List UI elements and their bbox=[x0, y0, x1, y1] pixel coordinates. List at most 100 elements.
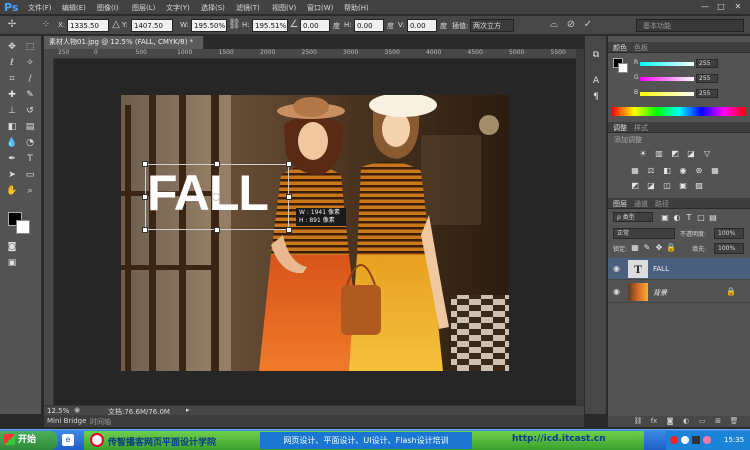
filter-adjust-icon[interactable]: ◐ bbox=[672, 213, 682, 222]
filter-smart-icon[interactable]: ▤ bbox=[708, 213, 718, 222]
hue-saturation-icon[interactable]: ▦ bbox=[630, 166, 640, 175]
maximize-button[interactable]: □ bbox=[714, 2, 728, 12]
cancel-transform-icon[interactable]: ⊘ bbox=[565, 19, 577, 31]
transform-handle-r[interactable] bbox=[286, 194, 292, 200]
tab-swatches[interactable]: 色板 bbox=[634, 43, 648, 53]
layer-name-background[interactable]: 背景 bbox=[653, 288, 667, 298]
selective-color-icon[interactable]: ▣ bbox=[678, 181, 688, 190]
invert-icon[interactable]: ◩ bbox=[630, 181, 640, 190]
color-balance-icon[interactable]: ⚖ bbox=[646, 166, 656, 175]
pen-tool-icon[interactable]: ✒ bbox=[5, 152, 19, 166]
status-menu-arrow-icon[interactable]: ▸ bbox=[186, 406, 190, 414]
history-brush-icon[interactable]: ↺ bbox=[23, 104, 37, 118]
menu-image[interactable]: 图像(I) bbox=[97, 3, 119, 13]
clone-stamp-icon[interactable]: ⊥ bbox=[5, 104, 19, 118]
opacity-field[interactable]: 100% bbox=[714, 228, 744, 239]
threshold-icon[interactable]: ◫ bbox=[662, 181, 672, 190]
lock-pixels-icon[interactable]: ✎ bbox=[642, 243, 652, 252]
menu-type[interactable]: 文字(Y) bbox=[166, 3, 190, 13]
tab-styles[interactable]: 样式 bbox=[634, 123, 648, 133]
transform-center-point[interactable] bbox=[212, 193, 220, 201]
blend-mode-select[interactable]: 正常 bbox=[613, 228, 675, 239]
type-tool-icon[interactable]: T bbox=[23, 152, 37, 166]
quick-launch-icon[interactable]: e bbox=[62, 434, 74, 446]
status-info-icon[interactable]: ◉ bbox=[74, 406, 80, 414]
minimize-button[interactable]: — bbox=[698, 2, 712, 12]
fill-field[interactable]: 100% bbox=[714, 243, 744, 254]
tray-icon-volume[interactable] bbox=[703, 436, 711, 444]
eyedropper-icon[interactable]: ∕ bbox=[23, 72, 37, 86]
workspace-select[interactable]: 基本功能 bbox=[636, 19, 744, 32]
transform-handle-b[interactable] bbox=[214, 227, 220, 233]
layer-row-background[interactable]: ◉ 背景 🔒 bbox=[608, 281, 750, 303]
filter-shape-icon[interactable]: ▢ bbox=[696, 213, 706, 222]
brightness-icon[interactable]: ☀ bbox=[638, 149, 648, 158]
new-group-icon[interactable]: ▭ bbox=[696, 416, 708, 426]
curves-icon[interactable]: ◩ bbox=[670, 149, 680, 158]
levels-icon[interactable]: ▥ bbox=[654, 149, 664, 158]
menu-select[interactable]: 选择(S) bbox=[201, 3, 225, 13]
tray-icon-red[interactable] bbox=[670, 436, 678, 444]
menu-help[interactable]: 帮助(H) bbox=[344, 3, 369, 13]
close-window-button[interactable]: ✕ bbox=[731, 2, 745, 12]
eraser-icon[interactable]: ◧ bbox=[5, 120, 19, 134]
new-layer-icon[interactable]: ⊞ bbox=[712, 416, 724, 426]
menu-filter[interactable]: 滤镜(T) bbox=[236, 3, 260, 13]
filter-type-icon[interactable]: T bbox=[684, 213, 694, 222]
layer-filter-select[interactable]: ρ 类型 bbox=[613, 212, 653, 222]
x-field[interactable]: 1335.50 像 bbox=[67, 19, 109, 43]
transform-handle-t[interactable] bbox=[214, 161, 220, 167]
color-spectrum-bar[interactable] bbox=[612, 107, 746, 116]
link-icon[interactable]: ⛓ bbox=[228, 19, 241, 31]
move-tool-icon[interactable]: ✥ bbox=[5, 40, 19, 54]
h-skew-field[interactable]: 0.00 bbox=[354, 19, 384, 32]
transform-handle-l[interactable] bbox=[142, 194, 148, 200]
color-lookup-icon[interactable]: ▦ bbox=[710, 166, 720, 175]
color-bg-swatch[interactable] bbox=[618, 63, 628, 73]
photo-filter-icon[interactable]: ◉ bbox=[678, 166, 688, 175]
channel-g-slider[interactable] bbox=[640, 77, 694, 81]
layer-row-fall[interactable]: ◉ T FALL bbox=[608, 258, 750, 280]
lock-all-icon[interactable]: 🔒 bbox=[666, 243, 676, 252]
tab-adjustments[interactable]: 调整 bbox=[613, 123, 627, 133]
reference-point-icon[interactable]: ⁘ bbox=[40, 19, 52, 31]
v-skew-field[interactable]: 0.00 bbox=[407, 19, 437, 32]
channel-g-value[interactable]: 255 bbox=[696, 74, 718, 83]
delete-layer-icon[interactable]: 🗑 bbox=[728, 416, 740, 426]
tray-icon-white[interactable] bbox=[681, 436, 689, 444]
lock-transparent-icon[interactable]: ▦ bbox=[630, 243, 640, 252]
marquee-tool-icon[interactable]: ⬚ bbox=[23, 40, 37, 54]
visibility-eye-icon[interactable]: ◉ bbox=[613, 264, 620, 273]
crop-tool-icon[interactable]: ⌗ bbox=[5, 72, 19, 86]
healing-brush-icon[interactable]: ✚ bbox=[5, 88, 19, 102]
menu-window[interactable]: 窗口(W) bbox=[307, 3, 333, 13]
hand-tool-icon[interactable]: ✋ bbox=[5, 184, 19, 198]
channel-mixer-icon[interactable]: ⊛ bbox=[694, 166, 704, 175]
exposure-icon[interactable]: ◪ bbox=[686, 149, 696, 158]
canvas-image[interactable] bbox=[121, 95, 509, 371]
shape-tool-icon[interactable]: ▭ bbox=[23, 168, 37, 182]
lasso-tool-icon[interactable]: ℓ bbox=[5, 56, 19, 70]
vertical-scrollbar[interactable] bbox=[576, 49, 584, 405]
warp-mode-icon[interactable]: ⌓ bbox=[548, 19, 560, 31]
channel-b-value[interactable]: 255 bbox=[696, 89, 718, 98]
magic-wand-icon[interactable]: ✧ bbox=[23, 56, 37, 70]
channel-r-value[interactable]: 255 bbox=[696, 59, 718, 68]
filter-pixel-icon[interactable]: ▣ bbox=[660, 213, 670, 222]
menu-view[interactable]: 视图(V) bbox=[272, 3, 296, 13]
black-white-icon[interactable]: ◧ bbox=[662, 166, 672, 175]
quick-mask-icon[interactable]: ◙ bbox=[5, 240, 19, 254]
tab-channels[interactable]: 通道 bbox=[634, 199, 648, 209]
posterize-icon[interactable]: ◪ bbox=[646, 181, 656, 190]
menu-edit[interactable]: 编辑(E) bbox=[62, 3, 86, 13]
tab-mini-bridge[interactable]: Mini Bridge bbox=[47, 417, 86, 425]
document-tab[interactable]: 素材人物01.jpg @ 12.5% (FALL, CMYK/8) * × bbox=[44, 36, 204, 59]
menu-file[interactable]: 文件(F) bbox=[28, 3, 52, 13]
commit-transform-icon[interactable]: ✓ bbox=[582, 19, 594, 31]
y-field[interactable]: 1407.50 像 bbox=[131, 19, 173, 43]
tab-layers[interactable]: 图层 bbox=[613, 199, 627, 209]
paragraph-panel-icon[interactable]: ¶ bbox=[589, 90, 603, 104]
gradient-map-icon[interactable]: ▨ bbox=[694, 181, 704, 190]
tab-color[interactable]: 颜色 bbox=[613, 43, 627, 53]
tab-timeline[interactable]: 时间轴 bbox=[90, 417, 111, 427]
